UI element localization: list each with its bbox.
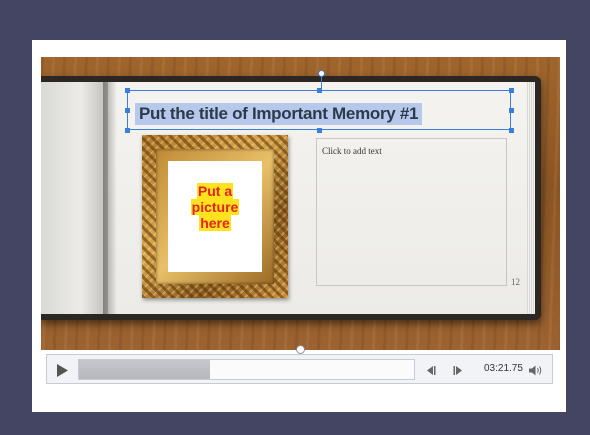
text-placeholder-label: Click to add text (322, 146, 382, 156)
seek-position-marker[interactable] (296, 345, 305, 354)
video-frame[interactable]: Put the title of Important Memory #1 Put… (41, 57, 560, 350)
play-icon (57, 363, 68, 377)
resize-handle-bottom-left[interactable] (125, 128, 130, 133)
album-spine (103, 82, 117, 314)
picture-placeholder-text: Put a picture here (168, 183, 262, 231)
volume-icon (529, 365, 542, 375)
resize-handle-left[interactable] (125, 108, 130, 113)
play-button[interactable] (53, 361, 71, 379)
album-page-edges (527, 82, 535, 314)
resize-handle-top-right[interactable] (509, 88, 514, 93)
text-placeholder[interactable]: Click to add text (316, 138, 507, 286)
player-controls: 03:21.75 (46, 354, 553, 384)
picture-frame[interactable]: Put a picture here (142, 135, 288, 298)
progress-fill (79, 360, 210, 379)
album-left-page (41, 82, 108, 314)
next-frame-button[interactable] (451, 363, 465, 377)
resize-handle-bottom[interactable] (317, 128, 322, 133)
picture-placeholder[interactable]: Put a picture here (168, 161, 262, 272)
next-frame-icon (453, 365, 462, 375)
resize-handle-right[interactable] (509, 108, 514, 113)
media-card: Put the title of Important Memory #1 Put… (32, 40, 566, 412)
rotation-handle[interactable] (318, 70, 325, 77)
resize-handle-top-left[interactable] (125, 88, 130, 93)
resize-handle-bottom-right[interactable] (509, 128, 514, 133)
volume-button[interactable] (529, 363, 543, 377)
progress-bar[interactable] (78, 359, 415, 380)
time-display: 03:21.75 (484, 363, 523, 374)
page-number: 12 (511, 277, 520, 287)
placeholder-line-2: picture (190, 199, 240, 215)
placeholder-line-1: Put a (196, 183, 234, 199)
resize-handle-top[interactable] (317, 88, 322, 93)
slide-title[interactable]: Put the title of Important Memory #1 (135, 103, 423, 125)
previous-frame-button[interactable] (424, 363, 438, 377)
previous-frame-icon (427, 365, 436, 375)
placeholder-line-3: here (199, 215, 231, 231)
